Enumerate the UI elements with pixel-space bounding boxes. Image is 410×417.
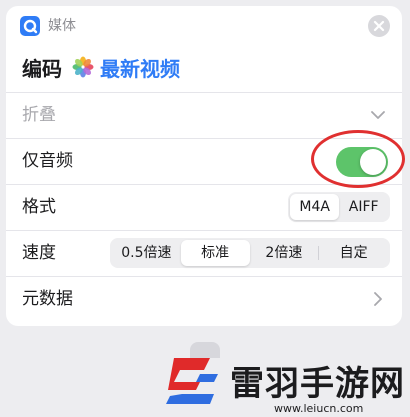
audio-only-label: 仅音频 xyxy=(22,151,73,171)
chevron-down-icon[interactable] xyxy=(370,107,386,123)
close-icon xyxy=(373,20,385,32)
metadata-label: 元数据 xyxy=(22,289,73,309)
speed-option-double[interactable]: 2倍速 xyxy=(250,240,319,266)
speed-option-normal[interactable]: 标准 xyxy=(180,240,250,266)
collapse-label: 折叠 xyxy=(22,105,56,125)
highlight-annotation-circle xyxy=(311,130,405,188)
watermark: 雷羽手游网 www.leiucn.com xyxy=(160,350,410,417)
variable-token[interactable]: 最新视频 xyxy=(100,53,180,82)
format-segmented-control: M4A AIFF xyxy=(288,192,390,222)
metadata-row[interactable]: 元数据 xyxy=(6,276,402,322)
action-title-row: 编码 最新视频 xyxy=(22,50,180,84)
category-label: 媒体 xyxy=(48,18,76,34)
speed-option-custom[interactable]: 自定 xyxy=(319,240,388,266)
watermark-url: www.leiucn.com xyxy=(274,402,364,415)
watermark-brand: 雷羽手游网 xyxy=(230,364,405,404)
shortcut-app-icon xyxy=(20,16,40,36)
speed-option-half[interactable]: 0.5倍速 xyxy=(112,240,181,266)
speed-segmented-control: 0.5倍速 标准 2倍速 自定 xyxy=(110,238,390,268)
photos-icon xyxy=(72,56,94,78)
chevron-right-icon[interactable] xyxy=(370,291,386,307)
speed-label: 速度 xyxy=(22,243,56,263)
format-row: 格式 M4A AIFF xyxy=(6,184,402,230)
speed-row: 速度 0.5倍速 标准 2倍速 自定 xyxy=(6,230,402,276)
close-button[interactable] xyxy=(368,15,390,37)
format-option-m4a[interactable]: M4A xyxy=(290,194,340,220)
action-title: 编码 xyxy=(22,56,62,81)
format-label: 格式 xyxy=(22,197,56,217)
watermark-logo-icon xyxy=(160,352,222,412)
format-option-aiff[interactable]: AIFF xyxy=(339,194,388,220)
